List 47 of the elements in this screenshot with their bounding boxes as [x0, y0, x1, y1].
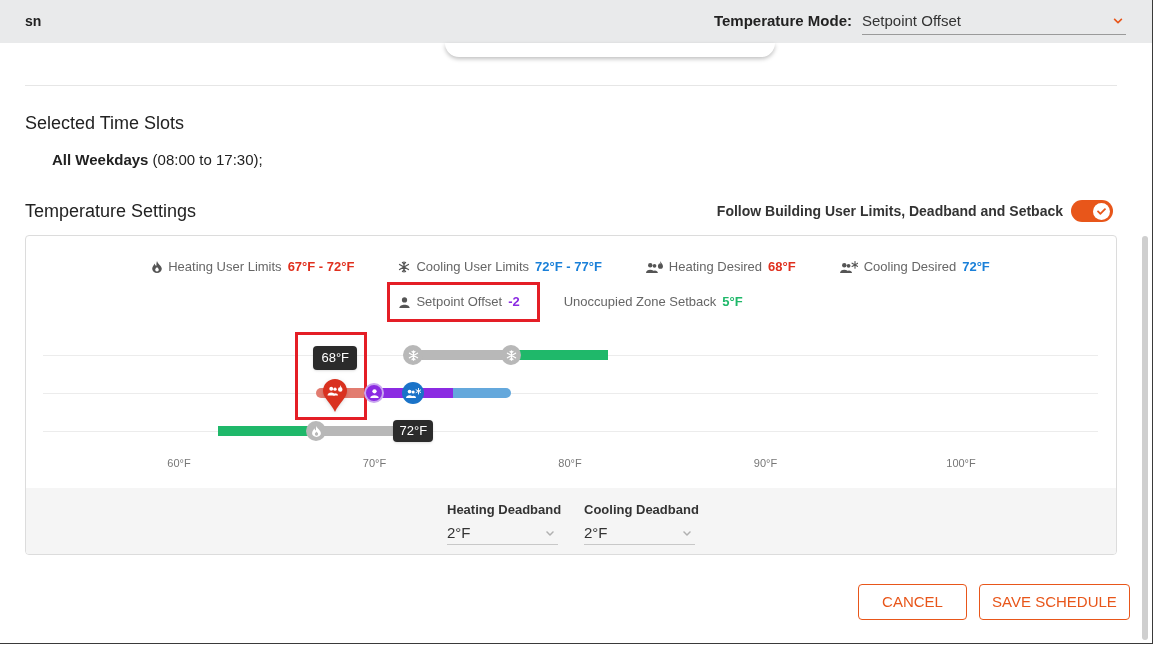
legend-value: 68°F — [768, 258, 796, 277]
axis-tick-label: 60°F — [167, 456, 191, 470]
axis-tick-label: 100°F — [946, 456, 976, 470]
mode-select[interactable]: Setpoint Offset — [862, 8, 1126, 35]
chevron-down-icon — [681, 529, 693, 538]
legend-value: 72°F — [962, 258, 990, 277]
toggle-switch[interactable] — [1071, 200, 1113, 222]
deadband-select[interactable]: 2°F — [447, 523, 558, 545]
section-title: Temperature Settings — [25, 200, 197, 223]
cancel-button[interactable]: CANCEL — [858, 584, 967, 620]
legend-label: Unoccupied Zone Setback — [563, 293, 717, 312]
person-icon — [399, 296, 411, 308]
page-title: sn — [25, 12, 42, 31]
legend-label: Heating Desired — [668, 258, 763, 277]
value-tooltip: 72°F — [393, 420, 434, 442]
check-icon — [1097, 206, 1106, 216]
chevron-down-icon — [1112, 16, 1124, 26]
snowflake-handle-icon[interactable] — [501, 345, 522, 365]
person-handle-icon[interactable] — [364, 383, 385, 403]
time-slot-entry: All Weekdays (08:00 to 17:30); — [52, 150, 263, 170]
axis-tick-label: 80°F — [558, 456, 582, 470]
value-tooltip: 68°F — [313, 346, 358, 370]
legend-value: 72°F - 77°F — [535, 258, 602, 277]
flame-icon — [152, 261, 163, 273]
save-button[interactable]: SAVE SCHEDULE — [979, 584, 1130, 620]
legend-label: Setpoint Offset — [416, 293, 503, 312]
section-title: Selected Time Slots — [25, 112, 185, 135]
legend-value: 5°F — [722, 293, 743, 312]
legend-label: Cooling User Limits — [416, 258, 530, 277]
legend-value: -2 — [508, 293, 520, 312]
people-flame-icon — [645, 261, 663, 273]
legend-value: 67°F - 72°F — [287, 258, 355, 277]
people-snowflake-handle-icon[interactable] — [402, 382, 425, 404]
chevron-down-icon — [544, 529, 556, 538]
snowflake-icon — [398, 261, 411, 273]
deadband-select[interactable]: 2°F — [584, 523, 695, 545]
legend-label: Heating User Limits — [168, 258, 282, 277]
people-snowflake-icon — [839, 261, 858, 273]
flame-handle-icon[interactable] — [306, 421, 327, 441]
snowflake-handle-icon[interactable] — [403, 345, 424, 365]
legend-label: Cooling Desired — [863, 258, 957, 277]
axis-tick-label: 90°F — [753, 456, 778, 470]
scrollbar-thumb[interactable] — [1142, 236, 1148, 640]
mode-label: Temperature Mode: — [713, 11, 852, 32]
axis-tick-label: 70°F — [362, 456, 387, 470]
pin-marker-icon[interactable] — [323, 379, 348, 412]
toggle-label: Follow Building User Limits, Deadband and Setback — [716, 201, 1063, 221]
